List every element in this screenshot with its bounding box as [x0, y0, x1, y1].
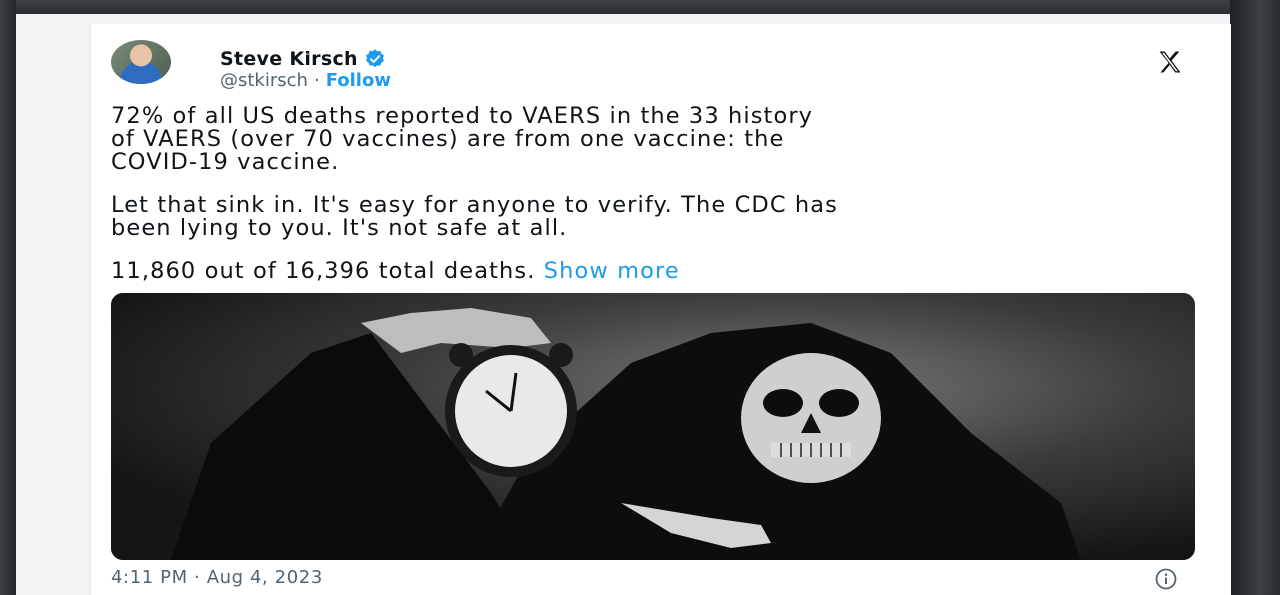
tweet-line: 72% of all US deaths reported to VAERS i…	[111, 103, 814, 129]
author-name-row: Steve Kirsch	[220, 48, 386, 70]
avatar[interactable]	[111, 40, 171, 84]
monitor-frame-left	[0, 0, 16, 595]
tweet-paragraph-3: 11,860 out of 16,396 total deaths. Show …	[111, 260, 1201, 283]
tweet-card: Steve Kirsch @stkirsch · Follow 72% of a…	[90, 24, 1231, 595]
show-more-link[interactable]: Show more	[544, 258, 680, 284]
tweet-line: been lying to you. It's not safe at all.	[111, 215, 568, 241]
monitor-frame-top	[0, 0, 1280, 14]
follow-button[interactable]: Follow	[326, 70, 391, 91]
info-icon[interactable]	[1154, 567, 1178, 591]
author-handle-row: @stkirsch · Follow	[220, 70, 391, 91]
tweet-line: 11,860 out of 16,396 total deaths.	[111, 258, 536, 284]
tweet-line: Let that sink in. It's easy for anyone t…	[111, 192, 838, 218]
author-handle[interactable]: @stkirsch	[220, 70, 308, 91]
screen: Steve Kirsch @stkirsch · Follow 72% of a…	[16, 14, 1231, 595]
handle-separator: ·	[313, 70, 320, 91]
author-name[interactable]: Steve Kirsch	[220, 48, 358, 70]
monitor-frame-right	[1230, 0, 1280, 595]
tweet-line: COVID-19 vaccine.	[111, 149, 340, 175]
tweet-line: of VAERS (over 70 vaccines) are from one…	[111, 126, 785, 152]
tweet-paragraph-2: Let that sink in. It's easy for anyone t…	[111, 194, 1201, 240]
tweet-media-image[interactable]	[111, 293, 1195, 560]
x-logo-icon[interactable]	[1148, 48, 1192, 76]
verified-badge-icon	[364, 48, 386, 70]
tweet-timestamp[interactable]: 4:11 PM · Aug 4, 2023	[111, 567, 323, 588]
tweet-paragraph-1: 72% of all US deaths reported to VAERS i…	[111, 105, 1201, 174]
